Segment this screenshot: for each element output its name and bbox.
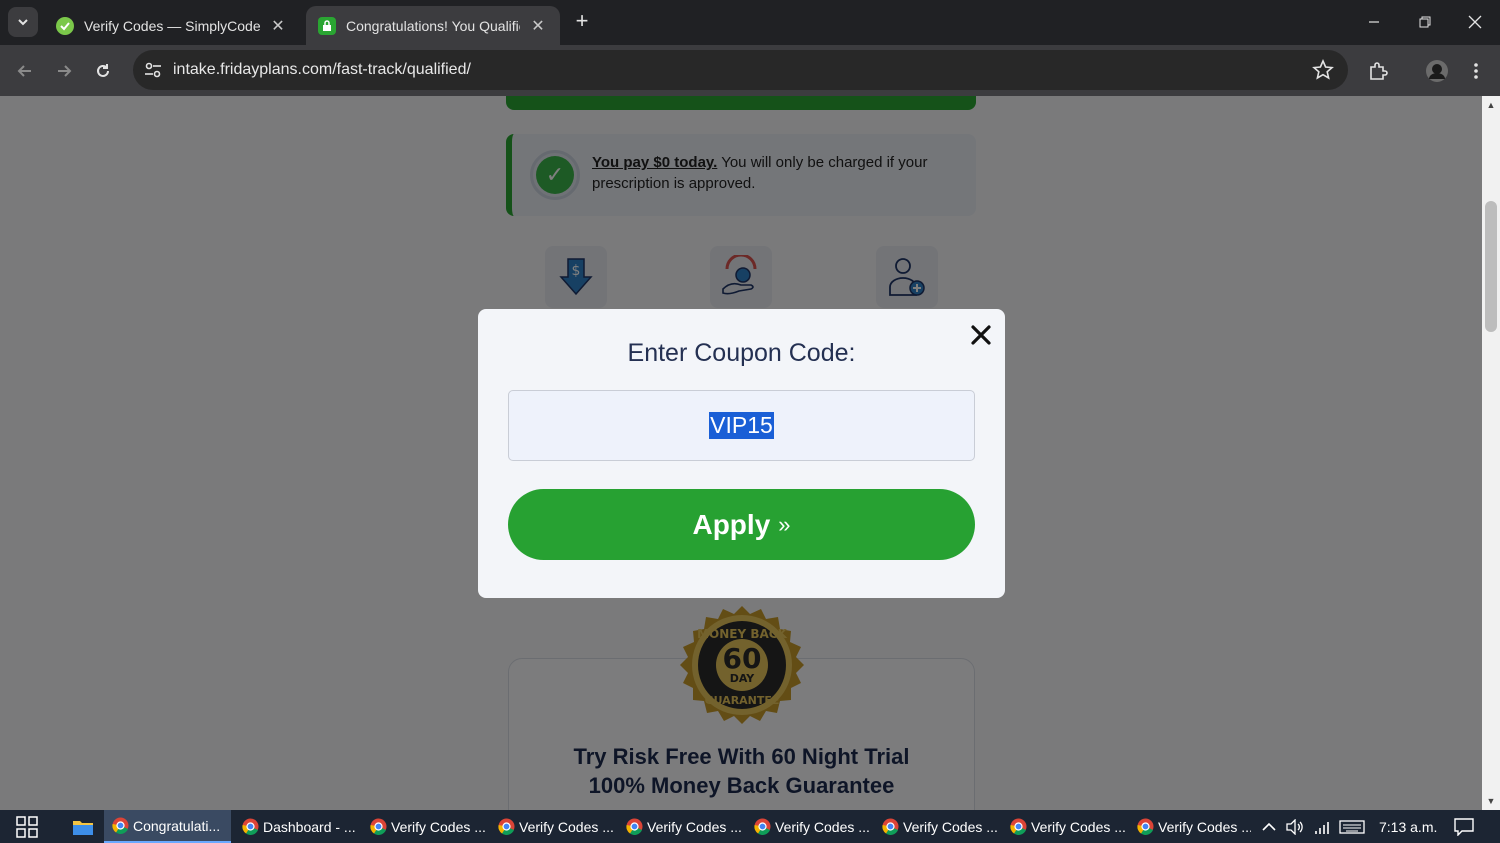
tab-title: Congratulations! You Qualified! (346, 17, 520, 34)
file-explorer-icon[interactable] (72, 816, 94, 838)
taskbar-app-label: Verify Codes ... (775, 818, 870, 835)
taskbar-app-label: Verify Codes ... (519, 818, 614, 835)
scroll-down-arrow-icon[interactable]: ▼ (1486, 796, 1496, 806)
coupon-modal-title: Enter Coupon Code: (627, 339, 856, 367)
address-bar[interactable]: intake.fridayplans.com/fast-track/qualif… (133, 50, 1348, 90)
tab-title: Verify Codes — SimplyCodes (84, 17, 260, 34)
close-tab-icon[interactable]: ✕ (268, 16, 288, 36)
apply-chevron: » (778, 511, 791, 537)
volume-icon[interactable] (1284, 817, 1306, 837)
taskbar-app-verify-codes[interactable]: Verify Codes ... (874, 810, 1002, 843)
task-view-icon[interactable] (16, 816, 38, 838)
restore-icon[interactable] (1405, 8, 1445, 36)
back-arrow-icon[interactable] (11, 57, 39, 85)
scroll-thumb[interactable] (1485, 201, 1497, 332)
scroll-up-arrow-icon[interactable]: ▲ (1486, 100, 1496, 110)
taskbar-app-label: Verify Codes ... (647, 818, 742, 835)
chrome-icon (1010, 818, 1027, 835)
taskbar-clock[interactable]: 7:13 a.m. (1379, 819, 1437, 835)
keyboard-icon[interactable] (1338, 817, 1366, 837)
new-tab-plus-icon[interactable]: + (570, 10, 594, 34)
taskbar-app-verify-codes[interactable]: Verify Codes ... (1129, 810, 1251, 843)
chrome-icon (498, 818, 515, 835)
page-viewport: ✓ You pay $0 today. You will only be cha… (0, 96, 1482, 810)
extensions-puzzle-icon[interactable] (1364, 57, 1392, 85)
lock-favicon-icon (318, 16, 336, 35)
url-text: intake.fridayplans.com/fast-track/qualif… (173, 61, 471, 78)
taskbar-app-verify-codes[interactable]: Verify Codes ... (490, 810, 618, 843)
bookmark-star-icon[interactable] (1312, 59, 1334, 81)
coupon-code-input[interactable]: VIP15 (508, 390, 975, 461)
chrome-icon (1137, 818, 1154, 835)
chevron-down-icon (18, 19, 28, 26)
taskbar-app-congratulations[interactable]: Congratulati... (104, 810, 231, 843)
browser-menu-kebab-icon[interactable] (1462, 57, 1490, 85)
taskbar-app-label: Verify Codes ... (1158, 818, 1251, 835)
apply-label: Apply (692, 508, 771, 540)
network-icon[interactable] (1312, 817, 1334, 837)
taskbar-app-label: Verify Codes ... (1031, 818, 1126, 835)
page-scrollbar[interactable]: ▲ ▼ (1482, 96, 1500, 810)
close-window-icon[interactable] (1455, 8, 1495, 36)
taskbar-app-verify-codes[interactable]: Verify Codes ... (618, 810, 746, 843)
chrome-icon (242, 818, 259, 835)
coupon-modal: Enter Coupon Code: VIP15 Apply » (478, 309, 1005, 598)
chrome-icon (370, 818, 387, 835)
tab-congratulations[interactable]: Congratulations! You Qualified! ✕ (306, 6, 560, 45)
browser-toolbar: intake.fridayplans.com/fast-track/qualif… (0, 45, 1500, 96)
taskbar-app-label: Dashboard - ... (263, 818, 356, 835)
chrome-icon (882, 818, 899, 835)
coupon-code-value: VIP15 (709, 412, 774, 439)
forward-arrow-icon[interactable] (50, 57, 78, 85)
tray-chevron-up-icon[interactable] (1260, 817, 1278, 837)
site-settings-icon[interactable] (143, 60, 163, 80)
chrome-icon (754, 818, 771, 835)
chrome-icon (626, 818, 643, 835)
taskbar-app-label: Verify Codes ... (391, 818, 486, 835)
taskbar-app-label: Congratulati... (133, 817, 221, 834)
windows-taskbar: Congratulati... Dashboard - ... Verify C… (0, 810, 1500, 843)
minimize-icon[interactable] (1354, 8, 1394, 36)
simplycodes-favicon-icon (56, 16, 74, 35)
reload-icon[interactable] (89, 57, 117, 85)
tab-strip: Verify Codes — SimplyCodes ✕ Congratulat… (0, 0, 1500, 45)
close-tab-icon[interactable]: ✕ (528, 16, 548, 36)
taskbar-app-verify-codes[interactable]: Verify Codes ... (362, 810, 490, 843)
tab-search-button[interactable] (8, 7, 38, 37)
close-modal-icon[interactable] (967, 321, 995, 349)
profile-avatar-icon[interactable] (1423, 57, 1451, 85)
taskbar-app-label: Verify Codes ... (903, 818, 998, 835)
taskbar-app-dashboard[interactable]: Dashboard - ... (234, 810, 362, 843)
tab-verify-codes[interactable]: Verify Codes — SimplyCodes ✕ (44, 6, 300, 45)
apply-button[interactable]: Apply » (508, 489, 975, 560)
taskbar-app-verify-codes[interactable]: Verify Codes ... (746, 810, 874, 843)
notifications-icon[interactable] (1452, 817, 1476, 837)
taskbar-app-verify-codes[interactable]: Verify Codes ... (1002, 810, 1130, 843)
chrome-icon (112, 817, 129, 834)
